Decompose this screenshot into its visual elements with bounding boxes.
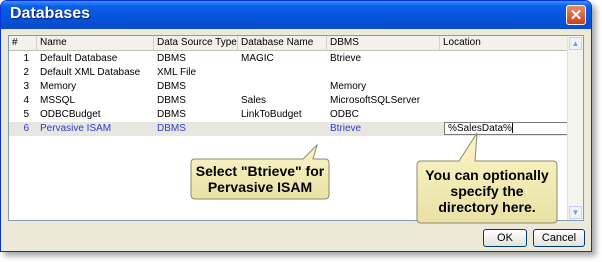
- row-dbms: MicrosoftSQLServer: [330, 95, 421, 106]
- row-data-source-type: DBMS: [157, 81, 186, 92]
- row-data-source-type: DBMS: [157, 109, 186, 120]
- ok-button[interactable]: OK: [483, 229, 527, 247]
- vertical-scrollbar[interactable]: ▲ ▼: [567, 36, 583, 220]
- title-bar[interactable]: Databases ✕: [1, 1, 591, 29]
- row-dbms[interactable]: Btrieve: [330, 122, 361, 136]
- row-database-name: LinkToBudget: [241, 109, 302, 120]
- table-header: # Name Data Source Type Database Name DB…: [9, 36, 583, 51]
- row-number: 5: [23, 109, 29, 120]
- row-data-source-type: DBMS: [157, 53, 186, 64]
- row-data-source-type: DBMS: [157, 123, 186, 134]
- table-row[interactable]: 2 Default XML Database XML File: [9, 66, 569, 80]
- row-dbms: ODBC: [330, 109, 359, 120]
- table-row[interactable]: 5 ODBCBudget DBMS LinkToBudget ODBC: [9, 108, 569, 122]
- row-database-name: MAGIC: [241, 53, 274, 64]
- row-data-source-type: DBMS: [157, 95, 186, 106]
- column-header-number[interactable]: #: [9, 36, 37, 50]
- table-row[interactable]: 4 MSSQL DBMS Sales MicrosoftSQLServer: [9, 94, 569, 108]
- row-number: 1: [23, 53, 29, 64]
- row-number: 6: [23, 123, 29, 134]
- row-dbms: Memory: [330, 81, 367, 92]
- cancel-button[interactable]: Cancel: [533, 229, 585, 247]
- column-header-dbms[interactable]: DBMS: [327, 36, 440, 50]
- row-name: Memory: [40, 81, 77, 92]
- column-header-name[interactable]: Name: [37, 36, 154, 50]
- row-number: 3: [23, 81, 29, 92]
- location-callout-text: You can optionally specify the directory…: [425, 167, 549, 215]
- scroll-down-icon[interactable]: ▼: [569, 206, 582, 219]
- row-name: Pervasive ISAM: [40, 123, 112, 134]
- column-header-database-name[interactable]: Database Name: [238, 36, 327, 50]
- row-name: Default XML Database: [40, 67, 141, 78]
- column-header-data-source-type[interactable]: Data Source Type: [154, 36, 238, 50]
- dialog-title: Databases: [10, 5, 91, 22]
- table-row[interactable]: 3 Memory DBMS Memory: [9, 80, 569, 94]
- row-data-source-type: XML File: [157, 67, 197, 78]
- dbms-callout-text: Select "Btrieve" for Pervasive ISAM: [195, 163, 325, 195]
- databases-dialog: Databases ✕ # Name Data Source Type Data…: [0, 0, 592, 252]
- column-header-location[interactable]: Location: [440, 36, 568, 50]
- row-database-name: Sales: [241, 95, 267, 106]
- row-name: Default Database: [40, 53, 118, 64]
- row-number: 2: [23, 67, 29, 78]
- table-row[interactable]: 1 Default Database DBMS MAGIC Btrieve: [9, 52, 569, 66]
- row-name: MSSQL: [40, 95, 76, 106]
- scroll-up-icon[interactable]: ▲: [569, 37, 582, 50]
- close-button[interactable]: ✕: [566, 5, 586, 25]
- row-number: 4: [23, 95, 29, 106]
- row-dbms: Btrieve: [330, 53, 362, 64]
- row-name: ODBCBudget: [40, 109, 101, 120]
